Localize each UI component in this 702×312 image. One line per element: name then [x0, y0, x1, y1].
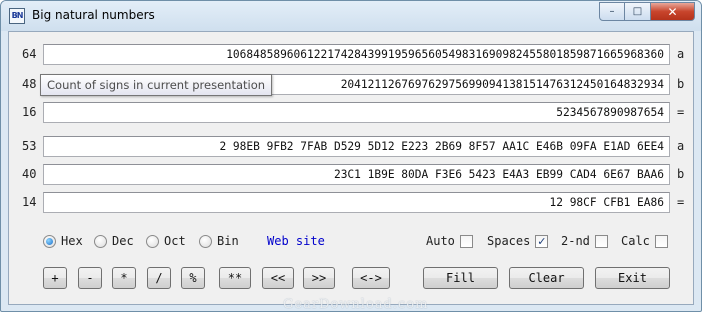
radio-unselected-icon[interactable] — [146, 234, 159, 248]
tooltip: Count of signs in current presentation — [40, 74, 273, 96]
divide-button[interactable]: / — [147, 267, 171, 289]
shift-right-button[interactable]: >> — [303, 267, 335, 289]
checkbox-unchecked-icon[interactable] — [654, 234, 668, 248]
second-checkbox-label: 2-nd — [561, 234, 590, 248]
radio-oct-label: Oct — [164, 234, 186, 248]
calc-checkbox-label: Calc — [621, 234, 650, 248]
clear-button[interactable]: Clear — [509, 267, 584, 289]
number-field-dec-result[interactable]: 5234567890987654 — [43, 102, 670, 123]
minimize-button[interactable]: – — [599, 2, 625, 21]
spaces-checkbox[interactable]: Spaces ✓ — [487, 232, 549, 250]
auto-checkbox-label: Auto — [426, 234, 455, 248]
maximize-icon: □ — [632, 6, 643, 17]
watermark: GearDownload.com — [283, 297, 429, 312]
app-window: BN Big natural numbers – □ ✕ 64 10684858… — [0, 0, 702, 312]
close-icon: ✕ — [667, 4, 678, 19]
radio-dec[interactable]: Dec — [94, 232, 134, 250]
checkbox-unchecked-icon[interactable] — [459, 234, 473, 248]
exit-button[interactable]: Exit — [595, 267, 670, 289]
minimize-icon: – — [609, 6, 615, 17]
radio-hex-label: Hex — [61, 234, 83, 248]
fill-button[interactable]: Fill — [423, 267, 498, 289]
window-title: Big natural numbers — [32, 8, 155, 22]
calc-checkbox[interactable]: Calc — [621, 232, 668, 250]
radio-hex[interactable]: Hex — [43, 232, 83, 250]
swap-button[interactable]: <-> — [352, 267, 390, 289]
second-checkbox[interactable]: 2-nd — [561, 232, 608, 250]
row-suffix-hex-b: b — [677, 167, 685, 181]
app-logo-icon: BN — [9, 8, 25, 24]
row-suffix-dec-b: b — [677, 77, 685, 91]
title-bar[interactable]: BN Big natural numbers – □ ✕ — [1, 1, 701, 31]
shift-left-button[interactable]: << — [262, 267, 294, 289]
modulo-button[interactable]: % — [181, 267, 205, 289]
maximize-button[interactable]: □ — [625, 2, 651, 21]
number-field-hex-a[interactable]: 2 98EB 9FB2 7FAB D529 5D12 E223 2B69 8F5… — [43, 136, 670, 157]
window-controls: – □ ✕ — [599, 2, 695, 21]
row-suffix-hex-result: = — [677, 195, 685, 209]
multiply-button[interactable]: * — [112, 267, 136, 289]
add-button[interactable]: + — [43, 267, 67, 289]
radio-selected-icon[interactable] — [43, 234, 56, 248]
radio-oct[interactable]: Oct — [146, 232, 186, 250]
client-area: 64 1068485896061221742843991959656054983… — [8, 31, 694, 305]
radio-bin[interactable]: Bin — [199, 232, 239, 250]
spaces-checkbox-label: Spaces — [487, 234, 531, 248]
close-button[interactable]: ✕ — [651, 2, 695, 21]
radio-dec-label: Dec — [112, 234, 134, 248]
checkbox-checked-icon[interactable]: ✓ — [535, 234, 549, 248]
auto-checkbox[interactable]: Auto — [426, 232, 473, 250]
row-suffix-dec-a: a — [677, 47, 685, 61]
row-suffix-hex-a: a — [677, 139, 685, 153]
power-button[interactable]: ** — [219, 267, 251, 289]
number-field-dec-a[interactable]: 1068485896061221742843991959656054983169… — [43, 44, 670, 65]
number-field-hex-result[interactable]: 12 98CF CFB1 EA86 — [43, 192, 670, 213]
subtract-button[interactable]: - — [78, 267, 102, 289]
row-suffix-dec-result: = — [677, 105, 685, 119]
web-site-link[interactable]: Web site — [267, 232, 325, 250]
checkbox-unchecked-icon[interactable] — [594, 234, 608, 248]
radio-unselected-icon[interactable] — [94, 234, 107, 248]
radio-bin-label: Bin — [217, 234, 239, 248]
radio-unselected-icon[interactable] — [199, 234, 212, 248]
number-field-hex-b[interactable]: 23C1 1B9E 80DA F3E6 5423 E4A3 EB99 CAD4 … — [43, 164, 670, 185]
